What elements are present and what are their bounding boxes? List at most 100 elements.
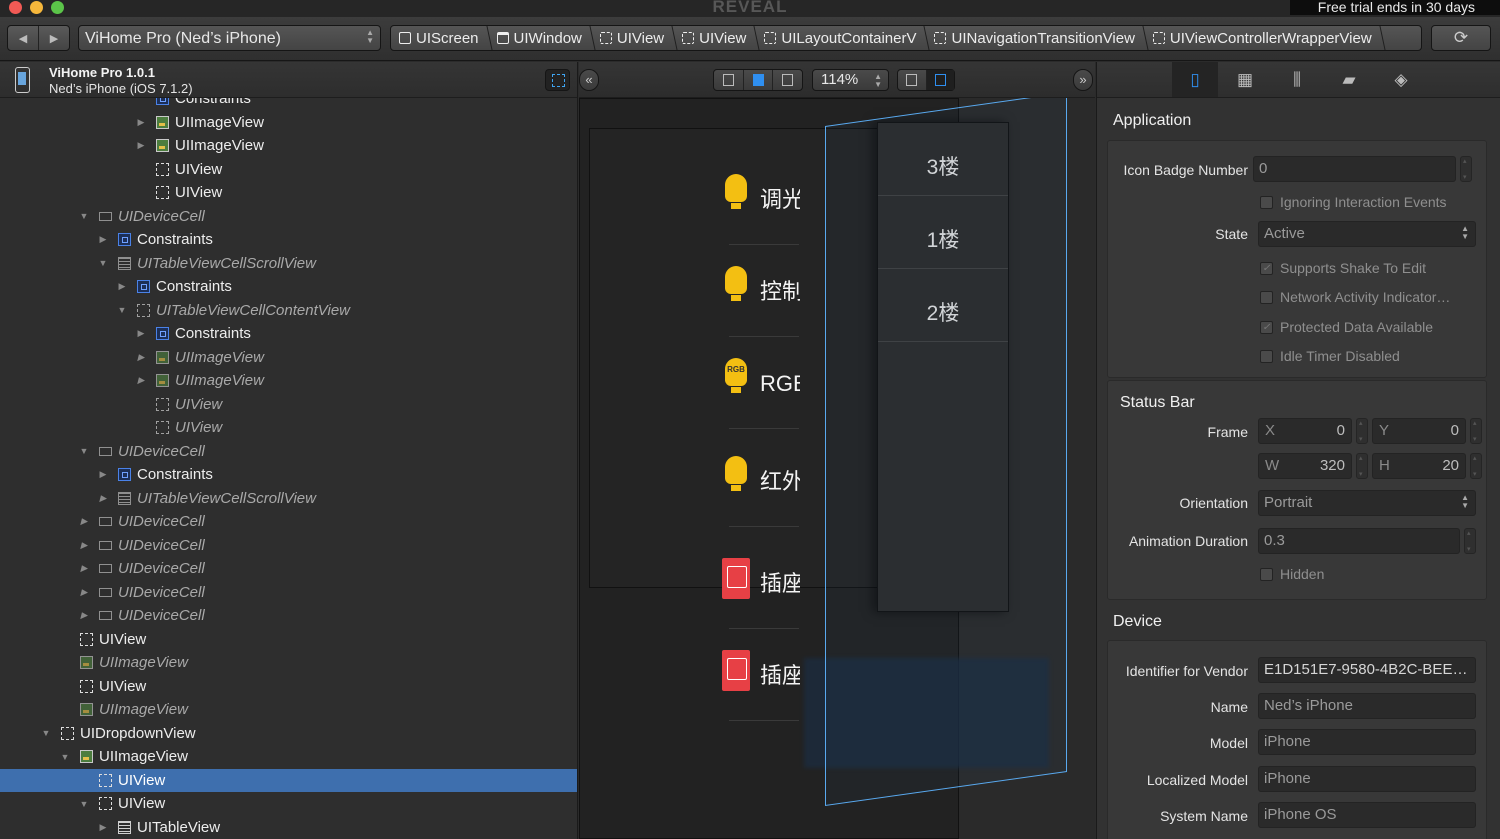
breadcrumb-item[interactable]: UIViewControllerWrapperView xyxy=(1145,26,1382,50)
breadcrumb-item[interactable]: UIView xyxy=(592,26,674,50)
disclosure-closed-icon[interactable]: ▶ xyxy=(136,375,146,386)
refresh-button[interactable]: ⟳ xyxy=(1431,25,1491,51)
idle-timer-checkbox[interactable]: Idle Timer Disabled xyxy=(1260,348,1400,364)
disclosure-closed-icon[interactable]: ▶ xyxy=(79,540,89,551)
content-mode-button[interactable] xyxy=(744,70,774,90)
disclosure-closed-icon[interactable]: ▶ xyxy=(79,610,89,621)
disclosure-closed-icon[interactable]: ▶ xyxy=(136,140,146,151)
system-name-field[interactable]: iPhone OS xyxy=(1258,802,1476,828)
tree-row[interactable]: ▶ UIDeviceCell xyxy=(0,534,577,557)
layout-icon[interactable]: ▦ xyxy=(1222,62,1268,97)
3d-scene[interactable]: 调光灯控制盒RGBRGB灯红外转插座3插座3 3楼1楼2楼 xyxy=(579,91,1095,839)
tree-row[interactable]: UIView xyxy=(0,675,577,698)
focus-selection-button[interactable] xyxy=(545,69,570,91)
breadcrumb-item[interactable]: UIScreen xyxy=(391,26,489,50)
tree-row[interactable]: UIView xyxy=(0,393,577,416)
ruler-icon[interactable]: ▰ xyxy=(1326,62,1372,97)
file-icon[interactable]: ▯ xyxy=(1172,62,1218,97)
tree-row[interactable]: ▶ UIImageView xyxy=(0,134,577,157)
tree-row[interactable]: ▶ UIImageView xyxy=(0,111,577,134)
tree-row[interactable]: ▶ UIDeviceCell xyxy=(0,581,577,604)
frame-w-field[interactable]: W 320 xyxy=(1258,453,1352,479)
protected-data-checkbox[interactable]: ✓ Protected Data Available xyxy=(1260,319,1433,335)
layers-icon[interactable]: ◈ xyxy=(1378,62,1424,97)
disclosure-open-icon[interactable]: ▼ xyxy=(117,305,127,315)
animation-duration-field[interactable]: 0.3 xyxy=(1258,528,1460,554)
disclosure-closed-icon[interactable]: ▶ xyxy=(136,328,146,339)
model-field[interactable]: iPhone xyxy=(1258,729,1476,755)
device-select[interactable]: ViHome Pro (Ned’s iPhone) ▲ ▼ xyxy=(78,25,381,51)
canvas-area[interactable]: « 114%▲▼ » 调光灯控制盒RGBRGB灯红外转插座3插座3 3楼1楼2楼 xyxy=(579,62,1095,839)
orientation-select[interactable]: Portrait ▲ ▼ xyxy=(1258,490,1476,516)
state-select[interactable]: Active ▲ ▼ xyxy=(1258,221,1476,247)
tree-row[interactable]: UIView xyxy=(0,181,577,204)
breadcrumb-item[interactable]: UIWindow xyxy=(489,26,592,50)
zoom-select[interactable]: 114% ▲ ▼ xyxy=(812,69,889,91)
tree-row[interactable]: ▶ UIDeviceCell xyxy=(0,604,577,627)
tree-row[interactable]: ▼ UIImageView xyxy=(0,745,577,768)
disclosure-open-icon[interactable]: ▼ xyxy=(79,799,89,809)
tree-row[interactable]: ▶ Constraints xyxy=(0,275,577,298)
icon-badge-field[interactable]: 0 xyxy=(1253,156,1456,182)
localized-model-field[interactable]: iPhone xyxy=(1258,766,1476,792)
tree-row[interactable]: ▼ UIView xyxy=(0,792,577,815)
disclosure-open-icon[interactable]: ▼ xyxy=(79,211,89,221)
breadcrumb-item[interactable]: UINavigationTransitionView xyxy=(926,26,1144,50)
tree-row[interactable]: UIView xyxy=(0,416,577,439)
tree-row[interactable]: ▶ Constraints xyxy=(0,463,577,486)
frame-w-stepper[interactable] xyxy=(1356,453,1368,479)
disclosure-closed-icon[interactable]: ▶ xyxy=(98,469,108,480)
tree-row[interactable]: ▶ UIImageView xyxy=(0,369,577,392)
tree-row[interactable]: ▼ UIDeviceCell xyxy=(0,440,577,463)
tree-row[interactable]: ▶ Constraints xyxy=(0,322,577,345)
disclosure-closed-icon[interactable]: ▶ xyxy=(98,493,108,504)
forward-arrow-icon[interactable]: ▶ xyxy=(39,26,69,50)
disclosure-closed-icon[interactable]: ▶ xyxy=(79,516,89,527)
disclosure-closed-icon[interactable]: ▶ xyxy=(136,352,146,363)
combined-mode-button[interactable] xyxy=(773,70,802,90)
3d-view-button[interactable] xyxy=(926,70,954,90)
back-arrow-icon[interactable]: ◀ xyxy=(8,26,39,50)
frame-h-stepper[interactable] xyxy=(1470,453,1482,479)
animation-duration-stepper[interactable] xyxy=(1464,528,1476,554)
icon-badge-stepper[interactable] xyxy=(1460,156,1472,182)
name-field[interactable]: Ned’s iPhone xyxy=(1258,693,1476,719)
frame-h-field[interactable]: H 20 xyxy=(1372,453,1466,479)
disclosure-open-icon[interactable]: ▼ xyxy=(98,258,108,268)
idfv-field[interactable]: E1D151E7-9580-4B2C-BEE… xyxy=(1258,657,1476,683)
sliders-icon[interactable]: ⫼ xyxy=(1274,62,1320,97)
tree-row[interactable]: ▼ UITableViewCellScrollView xyxy=(0,252,577,275)
tree-row[interactable]: ▼ UIDeviceCell xyxy=(0,205,577,228)
tree-row[interactable]: UIView xyxy=(0,768,577,792)
disclosure-open-icon[interactable]: ▼ xyxy=(79,446,89,456)
frame-x-stepper[interactable] xyxy=(1356,418,1368,444)
ignoring-interaction-checkbox[interactable]: Ignoring Interaction Events xyxy=(1260,194,1447,210)
frame-x-field[interactable]: X0 xyxy=(1258,418,1352,444)
disclosure-closed-icon[interactable]: ▶ xyxy=(79,563,89,574)
tree-row[interactable]: ▶ UITableViewCellScrollView xyxy=(0,487,577,510)
tree-row[interactable]: UIImageView xyxy=(0,698,577,721)
tree-row[interactable]: UIView xyxy=(0,158,577,181)
tree-row[interactable]: UIView xyxy=(0,628,577,651)
collapse-right-button[interactable]: » xyxy=(1073,69,1093,91)
shake-to-edit-checkbox[interactable]: ✓ Supports Shake To Edit xyxy=(1260,260,1426,276)
disclosure-closed-icon[interactable]: ▶ xyxy=(98,822,108,833)
disclosure-closed-icon[interactable]: ▶ xyxy=(79,587,89,598)
tree-row[interactable]: ▶ Constraints xyxy=(0,228,577,251)
tree-row[interactable]: ▶ UIDeviceCell xyxy=(0,510,577,533)
trial-banner[interactable]: Free trial ends in 30 days xyxy=(1290,0,1500,15)
collapse-left-button[interactable]: « xyxy=(579,69,599,91)
disclosure-open-icon[interactable]: ▼ xyxy=(60,752,70,762)
tree-row[interactable]: ▶ UIDeviceCell xyxy=(0,557,577,580)
network-indicator-checkbox[interactable]: Network Activity Indicator… xyxy=(1260,289,1450,305)
tree-row[interactable]: ▼ UITableViewCellContentView xyxy=(0,299,577,322)
frame-y-field[interactable]: Y0 xyxy=(1372,418,1466,444)
tree-row[interactable]: UIImageView xyxy=(0,651,577,674)
breadcrumb-item[interactable]: UIView xyxy=(674,26,756,50)
disclosure-closed-icon[interactable]: ▶ xyxy=(117,281,127,292)
hidden-checkbox[interactable]: Hidden xyxy=(1260,566,1324,582)
disclosure-closed-icon[interactable]: ▶ xyxy=(136,117,146,128)
2d-view-button[interactable] xyxy=(898,70,927,90)
tree-row[interactable]: ▶ UIImageView xyxy=(0,346,577,369)
breadcrumb-item[interactable]: UILayoutContainerV xyxy=(756,26,926,50)
